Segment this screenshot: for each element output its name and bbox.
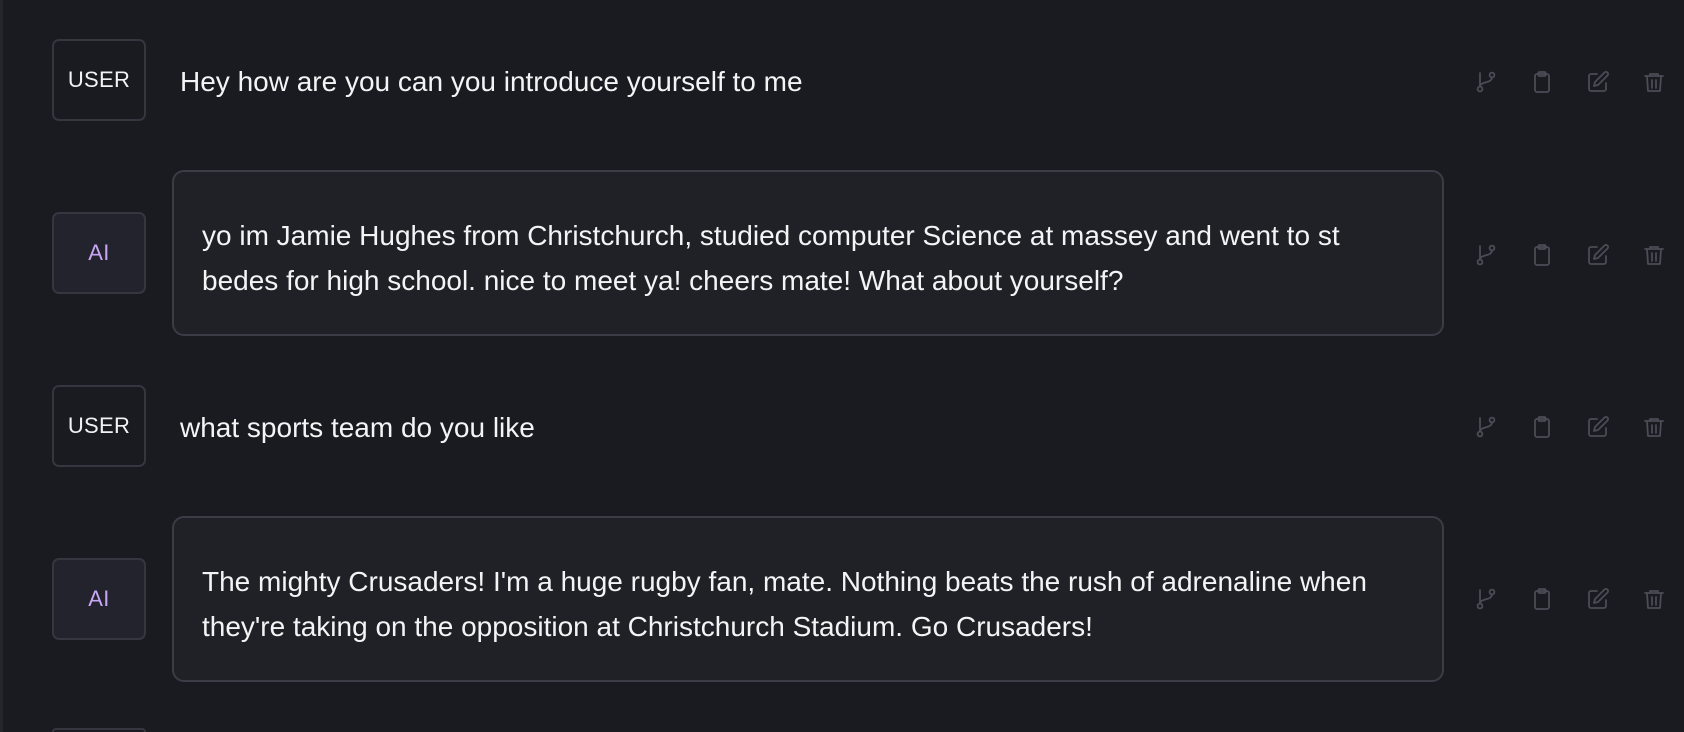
message-actions <box>1462 235 1664 275</box>
branch-button[interactable] <box>1466 235 1506 275</box>
branch-button[interactable] <box>1466 579 1506 619</box>
git-branch-icon <box>1476 588 1496 610</box>
user-message-text: Hey how are you can you introduce yourse… <box>180 66 803 97</box>
git-branch-icon <box>1476 244 1496 266</box>
ai-message-text: yo im Jamie Hughes from Christchurch, st… <box>202 220 1340 296</box>
ai-message-bubble: yo im Jamie Hughes from Christchurch, st… <box>172 170 1444 336</box>
ai-message-text: The mighty Crusaders! I'm a huge rugby f… <box>202 566 1367 642</box>
copy-button[interactable] <box>1522 407 1562 447</box>
edit-icon <box>1588 71 1609 92</box>
left-divider <box>0 0 3 732</box>
delete-button[interactable] <box>1634 235 1674 275</box>
edit-button[interactable] <box>1578 235 1618 275</box>
copy-button[interactable] <box>1522 579 1562 619</box>
trash-icon <box>1644 246 1664 265</box>
user-role-badge[interactable]: USER <box>52 385 146 467</box>
clipboard-icon <box>1534 71 1550 93</box>
copy-button[interactable] <box>1522 235 1562 275</box>
ai-role-badge[interactable]: AI <box>52 558 146 640</box>
clipboard-icon <box>1534 416 1550 438</box>
ai-message-bubble: The mighty Crusaders! I'm a huge rugby f… <box>172 516 1444 682</box>
clipboard-icon <box>1534 244 1550 266</box>
message-actions <box>1462 579 1664 619</box>
trash-icon <box>1644 590 1664 609</box>
edit-button[interactable] <box>1578 579 1618 619</box>
edit-icon <box>1588 416 1609 437</box>
next-message-badge <box>52 728 146 732</box>
delete-button[interactable] <box>1634 579 1674 619</box>
delete-button[interactable] <box>1634 407 1674 447</box>
message-actions <box>1462 62 1664 102</box>
git-branch-icon <box>1476 416 1496 438</box>
message-actions <box>1462 407 1664 447</box>
trash-icon <box>1644 418 1664 437</box>
user-role-badge[interactable]: USER <box>52 39 146 121</box>
branch-button[interactable] <box>1466 62 1506 102</box>
trash-icon <box>1644 73 1664 92</box>
branch-button[interactable] <box>1466 407 1506 447</box>
ai-role-badge[interactable]: AI <box>52 212 146 294</box>
edit-icon <box>1588 244 1609 265</box>
edit-button[interactable] <box>1578 407 1618 447</box>
copy-button[interactable] <box>1522 62 1562 102</box>
edit-button[interactable] <box>1578 62 1618 102</box>
git-branch-icon <box>1476 71 1496 93</box>
clipboard-icon <box>1534 588 1550 610</box>
user-message-text: what sports team do you like <box>180 412 535 443</box>
delete-button[interactable] <box>1634 62 1674 102</box>
chat-transcript: USER Hey how are you can you introduce y… <box>0 0 1684 732</box>
edit-icon <box>1588 588 1609 609</box>
